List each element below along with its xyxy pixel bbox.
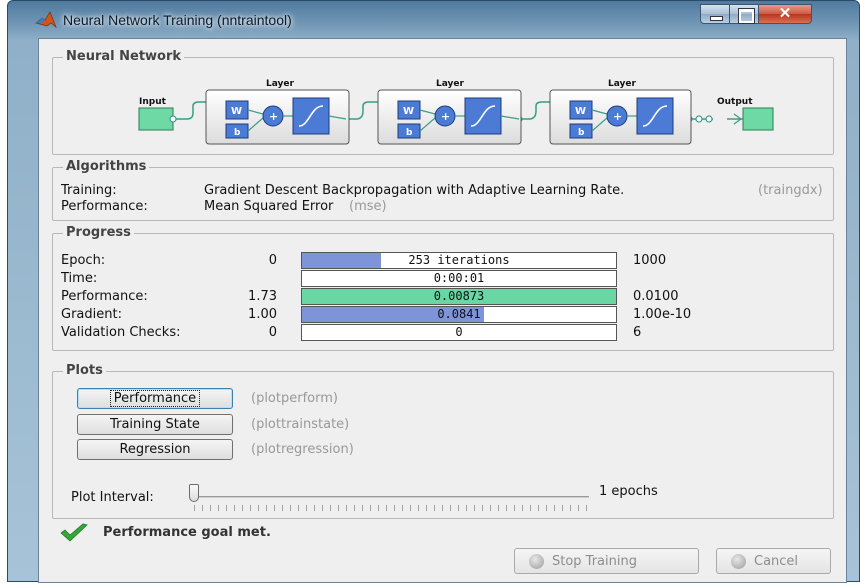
progress-row-label: Gradient: bbox=[61, 307, 122, 322]
stop-training-button[interactable]: Stop Training bbox=[514, 548, 699, 574]
layer-label: Layer bbox=[436, 79, 465, 89]
progress-bar-text: 0.0841 bbox=[437, 307, 481, 321]
svg-text:b: b bbox=[234, 128, 241, 138]
plot-interval-slider-thumb[interactable] bbox=[189, 484, 199, 502]
svg-text:+: + bbox=[441, 110, 450, 123]
progress-row-label: Performance: bbox=[61, 289, 148, 304]
algorithms-legend: Algorithms bbox=[63, 159, 150, 174]
layer-block-2: Layer W b + bbox=[377, 79, 522, 145]
matlab-logo-icon bbox=[35, 11, 57, 29]
close-icon: ✕ bbox=[778, 5, 792, 22]
progress-row-target: 0.0100 bbox=[633, 289, 679, 304]
svg-text:+: + bbox=[269, 110, 278, 123]
minimize-button[interactable] bbox=[700, 4, 730, 24]
performance-value: Mean Squared Error bbox=[204, 199, 334, 214]
layer-block-3: Layer W b + bbox=[549, 79, 692, 145]
progress-row-label: Epoch: bbox=[61, 253, 106, 268]
plot-interval-slider[interactable] bbox=[193, 496, 589, 498]
input-label: Input bbox=[139, 97, 167, 107]
training-value: Gradient Descent Backpropagation with Ad… bbox=[204, 183, 625, 198]
progress-row-start: 1.73 bbox=[248, 289, 277, 304]
plots-group: Plots Performance (plotperform) Training… bbox=[52, 363, 834, 519]
neural-network-group: Neural Network Input Layer W b + Layer W… bbox=[52, 49, 834, 155]
checkmark-icon bbox=[60, 523, 88, 542]
progress-row-start: 0 bbox=[268, 253, 277, 268]
output-node: Output bbox=[717, 97, 774, 131]
svg-text:W: W bbox=[575, 106, 586, 117]
plotregression-label: (plotregression) bbox=[251, 442, 354, 457]
cancel-button[interactable]: Cancel bbox=[716, 548, 831, 574]
progress-bar: 0:00:01 bbox=[301, 270, 617, 287]
input-node: Input bbox=[138, 97, 174, 131]
progress-bar: 253 iterations bbox=[301, 252, 617, 269]
stop-icon bbox=[529, 554, 544, 569]
progress-bar-text: 0 bbox=[455, 325, 463, 339]
training-label: Training: bbox=[61, 183, 117, 198]
progress-row-target: 6 bbox=[633, 325, 642, 340]
regression-plot-button[interactable]: Regression bbox=[77, 439, 233, 460]
progress-row-target: 1000 bbox=[633, 253, 667, 268]
layer-label: Layer bbox=[608, 79, 637, 89]
progress-legend: Progress bbox=[63, 225, 134, 240]
progress-bar-text: 0.00873 bbox=[433, 289, 485, 303]
plot-interval-label: Plot Interval: bbox=[71, 490, 154, 505]
progress-bar: 0.00873 bbox=[301, 288, 617, 305]
svg-text:b: b bbox=[578, 128, 585, 138]
training-function: (traingdx) bbox=[758, 183, 823, 198]
app-window: Neural Network Training (nntraintool) ✕ … bbox=[7, 0, 860, 583]
close-button[interactable]: ✕ bbox=[758, 4, 812, 24]
svg-text:W: W bbox=[403, 106, 414, 117]
plotperform-label: (plotperform) bbox=[251, 391, 338, 406]
progress-bar: 0.0841 bbox=[301, 306, 617, 323]
maximize-button[interactable] bbox=[729, 4, 759, 24]
progress-bar-text: 0:00:01 bbox=[433, 271, 485, 285]
training-state-plot-button[interactable]: Training State bbox=[77, 414, 233, 435]
status-message: Performance goal met. bbox=[103, 525, 271, 540]
plottrainstate-label: (plottrainstate) bbox=[251, 417, 350, 432]
performance-function: (mse) bbox=[349, 199, 387, 214]
progress-bar-text: 253 iterations bbox=[408, 253, 510, 267]
slider-ticks bbox=[194, 505, 588, 511]
cancel-icon bbox=[731, 554, 746, 569]
progress-row-label: Validation Checks: bbox=[61, 325, 181, 340]
progress-bar: 0 bbox=[301, 324, 617, 341]
title-bar[interactable]: Neural Network Training (nntraintool) ✕ bbox=[8, 1, 859, 35]
progress-row-target: 1.00e-10 bbox=[633, 307, 692, 322]
svg-text:b: b bbox=[406, 128, 413, 138]
network-diagram: Input Layer W b + Layer W b + Layer W b … bbox=[138, 79, 774, 145]
algorithms-group: Algorithms Training: Gradient Descent Ba… bbox=[52, 159, 834, 221]
progress-row-start: 0 bbox=[268, 325, 277, 340]
progress-row-label: Time: bbox=[61, 271, 98, 286]
progress-group: Progress Epoch: 0 253 iterations 1000 Time: 0… bbox=[52, 225, 834, 351]
svg-text:+: + bbox=[613, 110, 622, 123]
plot-interval-value: 1 epochs bbox=[599, 484, 658, 499]
performance-plot-button[interactable]: Performance bbox=[77, 388, 233, 409]
performance-label: Performance: bbox=[61, 199, 148, 214]
layer-block-1: Layer W b + bbox=[205, 79, 350, 145]
layer-label: Layer bbox=[266, 79, 295, 89]
output-label: Output bbox=[717, 97, 753, 107]
svg-text:W: W bbox=[231, 106, 242, 117]
plots-legend: Plots bbox=[63, 363, 106, 378]
dialog-content: Neural Network Input Layer W b + Layer W… bbox=[38, 38, 847, 583]
progress-row-start: 1.00 bbox=[248, 307, 277, 322]
window-title: Neural Network Training (nntraintool) bbox=[63, 12, 292, 28]
